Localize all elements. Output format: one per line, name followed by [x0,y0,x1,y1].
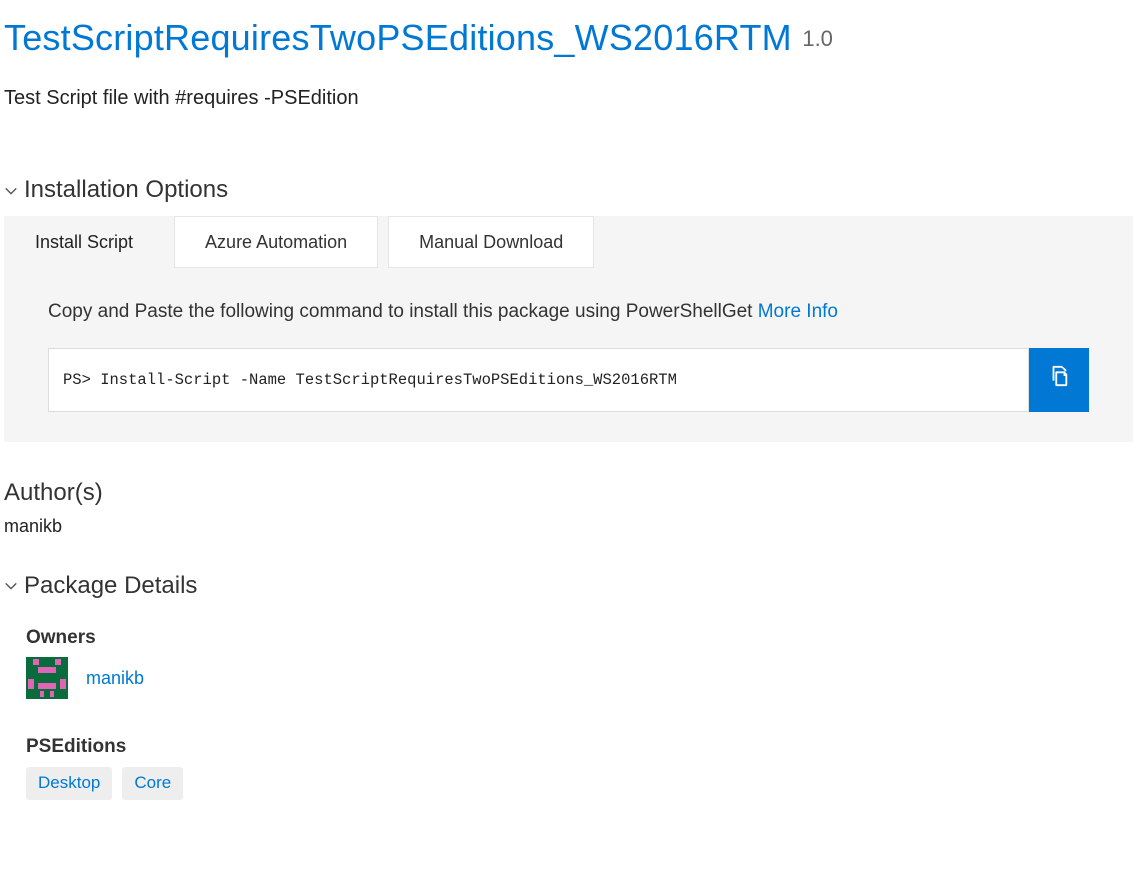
tab-install-script[interactable]: Install Script [4,216,164,268]
package-description: Test Script file with #requires -PSEditi… [4,84,1133,113]
package-version: 1.0 [802,26,833,51]
owner-link[interactable]: manikb [86,665,144,691]
pseditions-row: Desktop Core [26,767,1133,800]
installation-panel: Install Script Azure Automation Manual D… [4,216,1133,442]
install-command[interactable]: PS> Install-Script -Name TestScriptRequi… [48,348,1029,412]
copy-icon [1048,364,1070,395]
package-details-heading: Package Details [24,569,197,604]
installation-options-toggle[interactable]: Installation Options [4,173,1133,208]
chevron-down-icon [4,184,18,198]
chevron-down-icon [4,579,18,593]
install-instruction: Copy and Paste the following command to … [48,301,758,322]
package-details-toggle[interactable]: Package Details [4,569,1133,604]
installation-options-heading: Installation Options [24,173,228,208]
psedition-tag-core[interactable]: Core [122,767,183,800]
package-title-row: TestScriptRequiresTwoPSEditions_WS2016RT… [4,12,1133,64]
owners-heading: Owners [26,624,1133,652]
more-info-link[interactable]: More Info [758,301,838,322]
owner-row: manikb [26,657,1133,699]
package-details-body: Owners manikb PSEditions Desktop Core [4,624,1133,800]
pseditions-heading: PSEditions [26,733,1133,761]
psedition-tag-desktop[interactable]: Desktop [26,767,112,800]
authors-value: manikb [4,513,1133,539]
authors-heading: Author(s) [4,476,1133,511]
install-tabs: Install Script Azure Automation Manual D… [4,216,1133,268]
copy-button[interactable] [1029,348,1089,412]
install-instruction-row: Copy and Paste the following command to … [48,298,1089,326]
tab-manual-download[interactable]: Manual Download [388,216,594,268]
tab-azure-automation[interactable]: Azure Automation [174,216,378,268]
package-name[interactable]: TestScriptRequiresTwoPSEditions_WS2016RT… [4,17,792,58]
owner-avatar[interactable] [26,657,68,699]
